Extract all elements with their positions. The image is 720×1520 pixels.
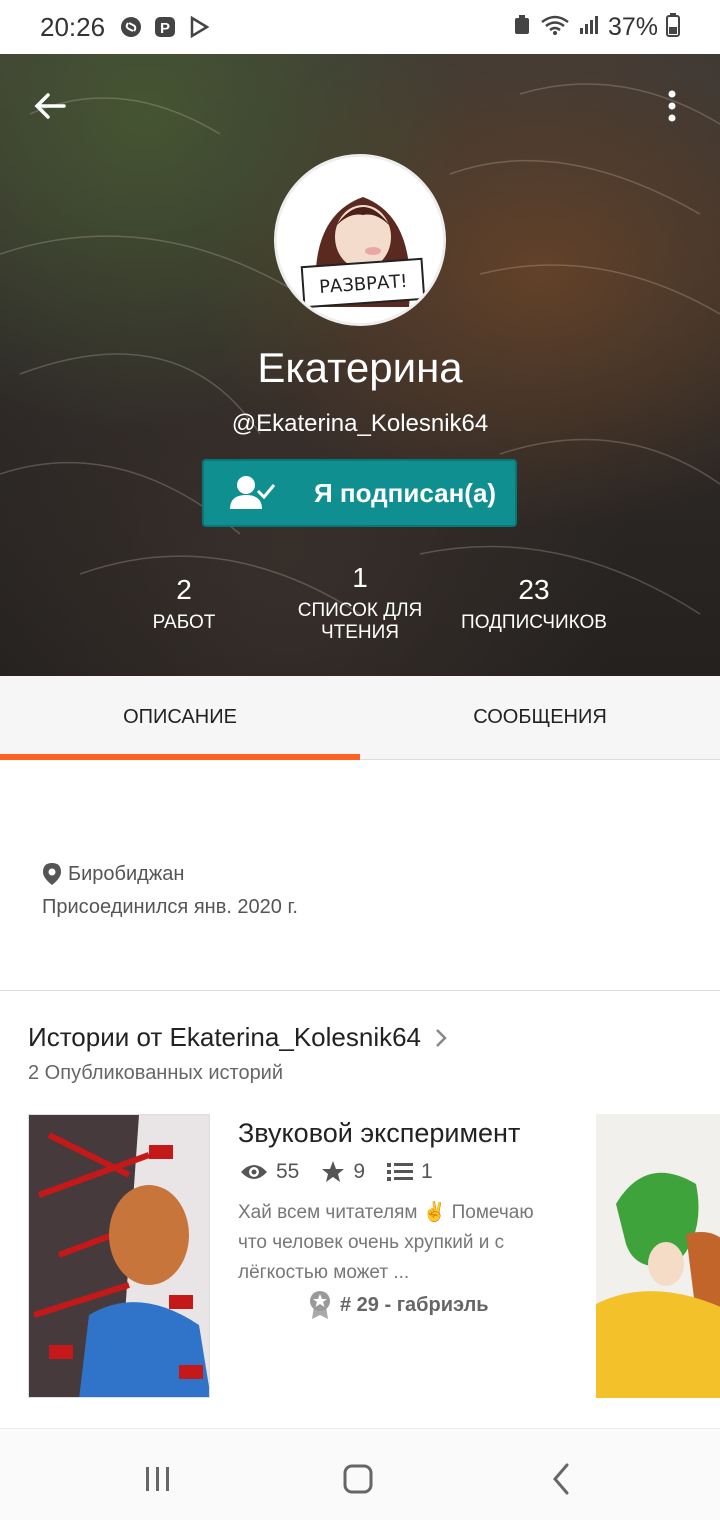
follow-button[interactable]: Я подписан(а): [202, 459, 517, 527]
stat-works-value: 2: [176, 574, 192, 605]
location-row: Биробиджан: [42, 862, 184, 886]
status-bar: 20:26 P 37%: [0, 0, 720, 54]
back-arrow-icon[interactable]: [30, 86, 70, 126]
story-cover[interactable]: [28, 1114, 210, 1398]
stories-count: 2 Опубликованных историй: [28, 1062, 284, 1084]
status-time: 20:26: [40, 11, 106, 42]
location-text: Биробиджан: [68, 862, 185, 885]
stat-reading-list-label: СПИСОК ДЛЯ ЧТЕНИЯ: [297, 600, 423, 643]
stat-followers[interactable]: 23 ПОДПИСЧИКОВ: [450, 574, 618, 634]
story-rank-text: # 29 - габриэль: [340, 1293, 489, 1316]
avatar[interactable]: РАЗВРАТ!: [274, 154, 446, 326]
signal-icon: [578, 14, 600, 41]
stat-reading-list[interactable]: 1 СПИСОК ДЛЯ ЧТЕНИЯ: [290, 562, 430, 644]
shazam-icon: [119, 15, 143, 39]
profile-handle: @Ekaterina_Kolesnik64: [231, 410, 489, 437]
svg-text:P: P: [160, 20, 170, 37]
home-icon[interactable]: [338, 1459, 378, 1499]
tab-description[interactable]: ОПИСАНИЕ: [0, 676, 360, 760]
user-check-icon: [230, 476, 276, 509]
profile-header: РАЗВРАТ! Екатерина @Ekaterina_Kolesnik64…: [0, 54, 720, 676]
status-right: 37%: [512, 12, 680, 42]
location-pin-icon: [43, 863, 61, 885]
battery-icon: [666, 12, 680, 42]
profile-name: Екатерина: [257, 344, 463, 391]
back-nav-icon[interactable]: [542, 1459, 582, 1499]
wifi-icon: [540, 14, 570, 41]
recent-apps-icon[interactable]: [138, 1459, 178, 1499]
ranking-badge-icon: [310, 1291, 330, 1319]
story-views: 55: [276, 1160, 300, 1183]
stat-works-label: РАБОТ: [152, 612, 216, 633]
p-app-icon: P: [153, 15, 177, 39]
story-title[interactable]: Звуковой эксперимент: [238, 1118, 520, 1149]
eye-icon: [241, 1165, 267, 1179]
star-icon: [322, 1161, 345, 1182]
story-cover-2[interactable]: [596, 1114, 720, 1398]
play-store-icon: [187, 15, 211, 39]
story-parts: 1: [421, 1160, 433, 1183]
list-icon: [387, 1163, 414, 1181]
stories-title-text: Истории от Ekaterina_Kolesnik64: [28, 1022, 422, 1052]
story-rank: # 29 - габриэль: [308, 1290, 489, 1320]
stat-followers-label: ПОДПИСЧИКОВ: [461, 612, 607, 633]
story-stats: 55 9 1: [240, 1160, 455, 1184]
joined-date: Присоединился янв. 2020 г.: [42, 896, 298, 918]
stat-followers-value: 23: [518, 574, 550, 605]
alarm-icon: [512, 14, 532, 41]
system-navigation-bar: [0, 1428, 720, 1520]
section-divider: [0, 990, 720, 991]
stat-works[interactable]: 2 РАБОТ: [124, 574, 244, 634]
profile-tabs: ОПИСАНИЕ СООБЩЕНИЯ: [0, 676, 720, 760]
story-votes: 9: [353, 1160, 366, 1183]
more-options-icon[interactable]: [652, 86, 692, 126]
follow-button-label: Я подписан(а): [314, 477, 497, 508]
battery-percent: 37%: [607, 12, 658, 41]
stories-section-title[interactable]: Истории от Ekaterina_Kolesnik64: [28, 1022, 451, 1053]
tab-messages[interactable]: СООБЩЕНИЯ: [360, 676, 720, 759]
stat-reading-list-value: 1: [352, 562, 368, 593]
chevron-right-icon: [436, 1028, 447, 1047]
story-description: Хай всем читателям ✌️ Помечаю что челове…: [238, 1202, 534, 1283]
